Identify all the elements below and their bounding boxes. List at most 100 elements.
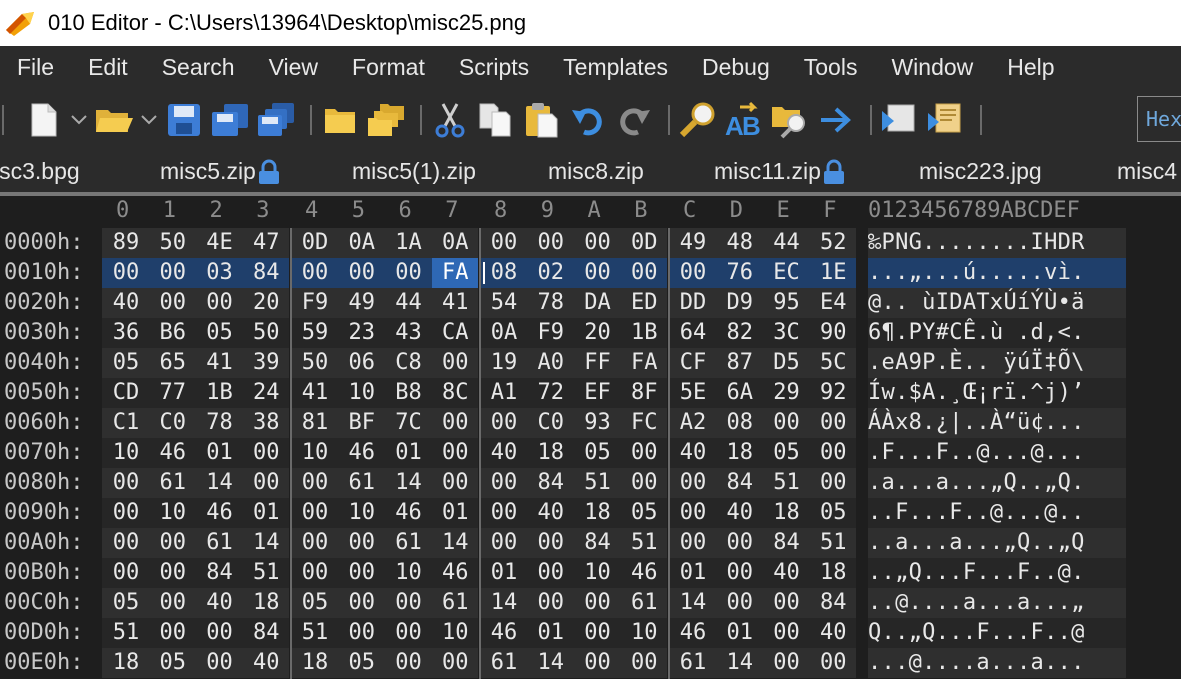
hex-byte[interactable]: DA xyxy=(575,288,621,318)
hex-byte[interactable]: 01 xyxy=(481,558,527,588)
hex-byte[interactable]: B8 xyxy=(386,378,432,408)
hex-byte[interactable]: 00 xyxy=(292,498,338,528)
hex-byte[interactable]: 00 xyxy=(575,648,621,678)
hex-byte[interactable]: 00 xyxy=(717,558,763,588)
hex-byte[interactable]: 50 xyxy=(292,348,338,378)
menu-format[interactable]: Format xyxy=(335,54,442,81)
hex-byte[interactable]: 01 xyxy=(528,618,574,648)
hex-byte[interactable]: 01 xyxy=(717,618,763,648)
hex-byte[interactable]: 00 xyxy=(810,408,856,438)
hex-byte[interactable]: 00 xyxy=(150,258,196,288)
hex-byte[interactable]: 00 xyxy=(103,498,149,528)
hex-byte[interactable]: 51 xyxy=(810,528,856,558)
view-mode-selector[interactable]: Hex xyxy=(1137,96,1181,142)
menu-search[interactable]: Search xyxy=(145,54,252,81)
hex-byte[interactable]: 50 xyxy=(150,228,196,258)
hex-byte[interactable]: 00 xyxy=(386,618,432,648)
hex-byte[interactable]: 00 xyxy=(197,648,243,678)
hex-byte[interactable]: 18 xyxy=(528,438,574,468)
run-template-button[interactable] xyxy=(926,98,966,142)
hex-byte[interactable]: 10 xyxy=(432,618,478,648)
hex-byte[interactable]: 00 xyxy=(197,618,243,648)
hex-byte[interactable]: 05 xyxy=(575,438,621,468)
hex-byte[interactable]: 40 xyxy=(717,498,763,528)
hex-byte[interactable]: 61 xyxy=(197,528,243,558)
ascii-text[interactable]: @.. ùIDATxÚíÝÙ•ä xyxy=(868,288,1126,318)
hex-byte[interactable]: 52 xyxy=(810,228,856,258)
file-tab[interactable]: misc5.zip xyxy=(160,158,282,185)
hex-byte[interactable]: 47 xyxy=(243,228,289,258)
hex-byte[interactable]: ED xyxy=(621,288,667,318)
hex-byte[interactable]: 0D xyxy=(621,228,667,258)
ascii-text[interactable]: ..F...F..@...@.. xyxy=(868,498,1126,528)
hex-byte[interactable]: 49 xyxy=(670,228,716,258)
hex-byte[interactable]: A2 xyxy=(670,408,716,438)
hex-byte[interactable]: 87 xyxy=(717,348,763,378)
hex-byte[interactable]: 00 xyxy=(670,258,716,288)
menu-edit[interactable]: Edit xyxy=(71,54,145,81)
hex-byte[interactable]: 54 xyxy=(481,288,527,318)
hex-byte[interactable]: 40 xyxy=(528,498,574,528)
hex-byte[interactable]: 61 xyxy=(481,648,527,678)
hex-byte[interactable]: 61 xyxy=(339,468,385,498)
hex-byte[interactable]: 24 xyxy=(243,378,289,408)
ascii-text[interactable]: 6¶.PY#CÊ.ù .d‚<. xyxy=(868,318,1126,348)
hex-byte[interactable]: 18 xyxy=(243,588,289,618)
hex-byte[interactable]: 00 xyxy=(621,438,667,468)
ascii-text[interactable]: Íw.$A.¸Œ¡rï.^j)’ xyxy=(868,378,1126,408)
hex-byte[interactable]: 1E xyxy=(810,258,856,288)
hex-byte[interactable]: 46 xyxy=(432,558,478,588)
hex-byte[interactable]: E4 xyxy=(810,288,856,318)
hex-byte[interactable]: 8F xyxy=(621,378,667,408)
menu-templates[interactable]: Templates xyxy=(546,54,685,81)
hex-byte[interactable]: 65 xyxy=(150,348,196,378)
goto-button[interactable] xyxy=(816,98,856,142)
hex-byte[interactable]: 61 xyxy=(670,648,716,678)
hex-byte[interactable]: 00 xyxy=(150,528,196,558)
menu-window[interactable]: Window xyxy=(874,54,990,81)
hex-byte[interactable]: 29 xyxy=(764,378,810,408)
hex-byte[interactable]: 61 xyxy=(432,588,478,618)
file-tab[interactable]: misc11.zip xyxy=(714,158,847,185)
hex-byte[interactable]: 00 xyxy=(386,258,432,288)
hex-byte[interactable]: 00 xyxy=(575,258,621,288)
hex-byte[interactable]: 00 xyxy=(339,618,385,648)
copy-button[interactable] xyxy=(476,98,516,142)
hex-byte[interactable]: 08 xyxy=(717,408,763,438)
hex-byte[interactable]: 00 xyxy=(243,438,289,468)
hex-byte[interactable]: 41 xyxy=(197,348,243,378)
hex-byte[interactable]: 51 xyxy=(243,558,289,588)
hex-byte[interactable]: 00 xyxy=(150,588,196,618)
hex-byte[interactable]: 01 xyxy=(670,558,716,588)
hex-byte[interactable]: 20 xyxy=(575,318,621,348)
hex-byte[interactable]: BF xyxy=(339,408,385,438)
ascii-text[interactable]: ÁÀx8.¿|..À“ü¢... xyxy=(868,408,1126,438)
ascii-text[interactable]: .a...a...„Q..„Q. xyxy=(868,468,1126,498)
hex-byte[interactable]: 18 xyxy=(717,438,763,468)
run-script-button[interactable] xyxy=(880,98,920,142)
save-button[interactable] xyxy=(164,98,204,142)
hex-byte[interactable]: 10 xyxy=(621,618,667,648)
hex-byte[interactable]: 46 xyxy=(481,618,527,648)
hex-byte[interactable]: 10 xyxy=(292,438,338,468)
hex-byte[interactable]: 19 xyxy=(481,348,527,378)
paste-button[interactable] xyxy=(522,98,562,142)
hex-byte[interactable]: 40 xyxy=(764,558,810,588)
hex-byte[interactable]: 51 xyxy=(621,528,667,558)
hex-byte[interactable]: 10 xyxy=(150,498,196,528)
hex-byte[interactable]: 46 xyxy=(670,618,716,648)
hex-byte[interactable]: 00 xyxy=(292,558,338,588)
hex-byte[interactable]: 01 xyxy=(243,498,289,528)
hex-byte[interactable]: 84 xyxy=(243,258,289,288)
ascii-text[interactable]: ...„...ú.....vì. xyxy=(868,258,1126,288)
hex-byte[interactable]: 1B xyxy=(197,378,243,408)
save-all-button[interactable] xyxy=(256,98,296,142)
hex-byte[interactable]: 00 xyxy=(575,588,621,618)
hex-byte[interactable]: 00 xyxy=(621,648,667,678)
hex-byte[interactable]: 01 xyxy=(386,438,432,468)
hex-byte[interactable]: 00 xyxy=(432,468,478,498)
menu-help[interactable]: Help xyxy=(990,54,1071,81)
hex-byte[interactable]: 95 xyxy=(764,288,810,318)
hex-byte[interactable]: 00 xyxy=(150,618,196,648)
hex-byte[interactable]: 77 xyxy=(150,378,196,408)
